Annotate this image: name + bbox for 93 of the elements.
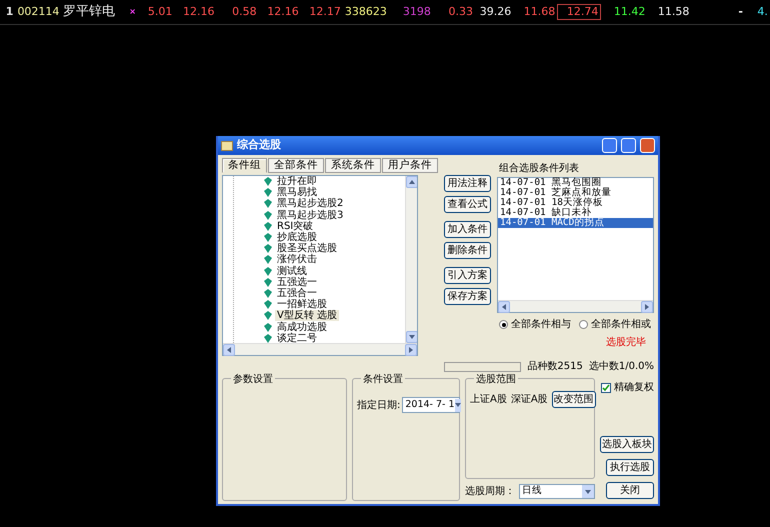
stock-count: 品种数2515 <box>527 360 583 374</box>
quote-cell-text: 12.17 <box>308 5 342 19</box>
tree-item[interactable]: 谈定二号 <box>275 332 319 343</box>
tab[interactable]: 系统条件 <box>325 158 381 173</box>
maximize-button[interactable] <box>621 138 636 153</box>
quote-cell-text: 5.01 <box>146 5 174 19</box>
list-label: 组合选股条件列表 <box>498 162 580 176</box>
period-value: 日线 <box>522 484 542 498</box>
minimize-button[interactable] <box>602 138 617 153</box>
quote-cell-text: 0.58 <box>231 5 258 19</box>
list-item[interactable]: 14-07-01 芝麻点和放量 <box>498 188 653 198</box>
quote-cell-text: 4. <box>756 5 769 19</box>
tab[interactable]: 条件组 <box>222 158 267 173</box>
quote-cell-text: 11.58 <box>656 5 690 19</box>
caret-icon <box>454 402 461 408</box>
action-button[interactable]: 执行选股 <box>606 459 654 476</box>
action-button[interactable]: 删除条件 <box>444 242 491 259</box>
quote-cell-text: 3198 <box>402 5 432 19</box>
scroll-left-button[interactable] <box>498 301 510 313</box>
tree-item[interactable]: 拉升在即 <box>275 176 319 188</box>
arrow-icon <box>644 304 650 310</box>
tree-item[interactable]: V型反转 选股 <box>275 310 340 322</box>
arrow-icon <box>409 334 415 340</box>
action-button[interactable]: 用法注释 <box>444 175 491 192</box>
quote-cell-text: 12.16 <box>182 5 216 19</box>
tree-item[interactable]: 黑马起步选股3 <box>275 210 346 221</box>
window-icon <box>221 140 233 150</box>
scroll-left-button[interactable] <box>223 344 235 356</box>
list-item[interactable]: 14-07-01 18天涨停板 <box>498 198 653 208</box>
vertical-scrollbar[interactable] <box>405 176 417 343</box>
change-range-button[interactable]: 改变范围 <box>552 391 596 408</box>
radio-label[interactable]: 全部条件相或 <box>591 317 651 332</box>
quote-cell-text: × <box>128 6 137 18</box>
group-title: 参数设置 <box>231 372 275 387</box>
quote-cell-text: 0.33 <box>447 5 474 19</box>
quote-cell-text: 11.42 <box>612 5 646 19</box>
quote-cell-text: 12.16 <box>266 5 300 19</box>
tree-item[interactable]: 黑马易找 <box>275 187 319 198</box>
radio-label[interactable]: 全部条件相与 <box>511 317 571 332</box>
tab[interactable]: 用户条件 <box>382 158 438 173</box>
tab[interactable]: 全部条件 <box>268 158 324 173</box>
status-text: 选股完毕 <box>605 336 647 350</box>
quote-cell-text: 002114 <box>16 5 60 19</box>
quote-cell-text: 罗平锌电 <box>62 5 116 19</box>
tree-item[interactable]: 高成功选股 <box>275 322 329 333</box>
action-button[interactable]: 加入条件 <box>444 221 491 238</box>
action-button[interactable]: 查看公式 <box>444 196 491 213</box>
arrow-icon <box>501 304 507 310</box>
horizontal-scrollbar[interactable] <box>223 343 417 355</box>
quote-cell-text: 338623 <box>344 5 387 19</box>
action-button[interactable]: 保存方案 <box>444 288 491 305</box>
market-label: 深证A股 <box>510 393 548 407</box>
radio-button[interactable] <box>499 320 508 329</box>
action-button[interactable]: 引入方案 <box>444 267 491 284</box>
scroll-down-button[interactable] <box>406 331 417 343</box>
date-label: 指定日期: <box>357 398 400 413</box>
action-button[interactable]: 选股入板块 <box>600 436 654 453</box>
scroll-right-button[interactable] <box>405 344 417 356</box>
period-label: 选股周期： <box>465 484 515 499</box>
tree-item[interactable]: 抄底选股 <box>275 232 319 244</box>
period-dropdown[interactable]: 日线 <box>519 484 595 499</box>
radio-button[interactable] <box>579 320 588 329</box>
scroll-right-button[interactable] <box>641 301 653 313</box>
list-item[interactable]: 14-07-01 缺口未补 <box>498 208 653 218</box>
date-value: 2014- 7- 1 <box>405 398 455 412</box>
caret-icon <box>585 488 591 494</box>
tree-item[interactable]: RSI突破 <box>275 220 316 232</box>
checkbox[interactable] <box>601 382 611 392</box>
horizontal-scrollbar[interactable] <box>498 300 653 312</box>
scroll-up-button[interactable] <box>406 176 417 188</box>
quote-cell-text: - <box>737 5 744 19</box>
market-label: 上证A股 <box>470 392 507 407</box>
tree-item[interactable]: 一招鲜选股 <box>275 299 329 310</box>
tree-item[interactable]: 五强合一 <box>275 288 319 299</box>
tree-item[interactable]: 黑马起步选股2 <box>275 198 346 210</box>
quote-cell-text: 1 <box>4 5 14 19</box>
checkbox-label[interactable]: 精确复权 <box>614 380 654 395</box>
quote-cell-text: 11.68 <box>522 5 556 19</box>
window-title: 综合选股 <box>237 137 281 154</box>
close-button[interactable] <box>640 138 655 153</box>
quote-cell: 12.74 <box>557 4 602 20</box>
action-button[interactable]: 关闭 <box>606 482 654 499</box>
arrow-icon <box>408 347 414 353</box>
tree-item[interactable]: 五强选一 <box>275 276 319 288</box>
tree-item[interactable]: 涨停伏击 <box>275 254 319 266</box>
tree-item[interactable]: 股圣买点选股 <box>275 243 339 254</box>
date-dropdown[interactable]: 2014- 7- 1 <box>402 397 460 414</box>
quote-cell-text: 39.26 <box>478 5 512 19</box>
arrow-icon <box>226 347 232 353</box>
selected-count: 选中数1/0.0% <box>588 360 654 374</box>
tree-item[interactable]: 测试线 <box>275 266 309 277</box>
list-item[interactable]: 14-07-01 黑马包围圈 <box>498 178 653 188</box>
arrow-icon <box>409 179 415 185</box>
